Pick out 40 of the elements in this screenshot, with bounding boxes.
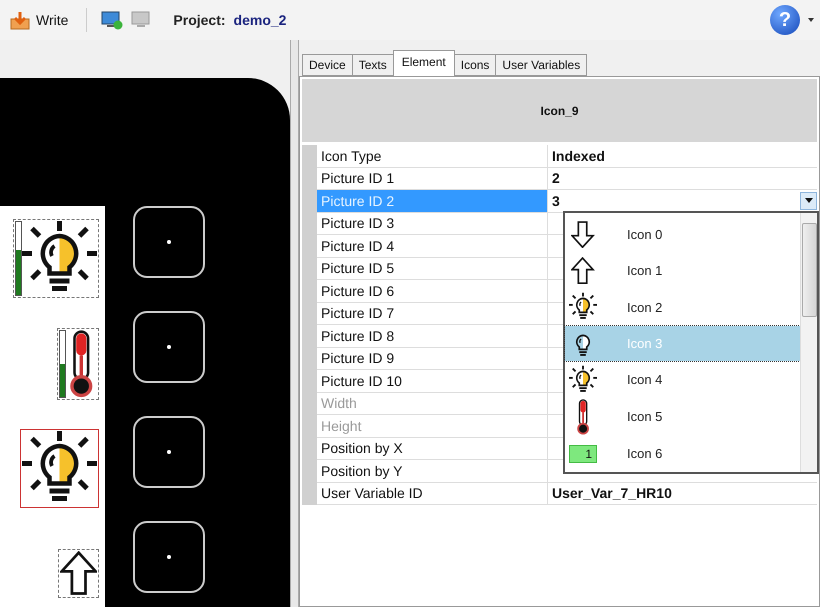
canvas-element[interactable] xyxy=(13,219,99,298)
down-arrow-icon xyxy=(571,220,595,248)
option-label: Icon 4 xyxy=(627,372,662,388)
option-label: Icon 1 xyxy=(627,263,662,278)
device-key[interactable] xyxy=(133,311,205,383)
device-key[interactable] xyxy=(133,521,205,593)
caret-icon xyxy=(804,198,812,204)
thermometer-icon xyxy=(574,398,592,435)
property-value[interactable]: 3 xyxy=(552,192,560,209)
panel-title: Icon_9 xyxy=(302,79,817,142)
canvas-element[interactable] xyxy=(20,429,99,508)
scrollbar[interactable] xyxy=(800,213,817,472)
option-label: Icon 6 xyxy=(627,446,662,462)
option-label: Icon 5 xyxy=(627,409,662,424)
write-button[interactable]: Write xyxy=(6,8,72,32)
option-label: Icon 2 xyxy=(627,300,662,315)
project-label: Project: xyxy=(173,12,226,28)
canvas-element[interactable] xyxy=(58,549,99,598)
monitor-add-icon[interactable] xyxy=(101,10,124,30)
tab[interactable]: Icons xyxy=(454,54,496,76)
project-name: demo_2 xyxy=(234,12,286,28)
device-key[interactable] xyxy=(133,416,205,488)
property-value[interactable]: 2 xyxy=(552,170,560,186)
tab[interactable]: Element xyxy=(392,50,455,76)
up-arrow-icon xyxy=(60,551,97,596)
option-label: Icon 0 xyxy=(627,226,662,242)
up-arrow-icon xyxy=(571,256,595,284)
canvas-element[interactable] xyxy=(57,328,99,400)
digit-icon: 1 xyxy=(569,444,597,463)
device-key[interactable] xyxy=(133,206,205,278)
tab[interactable]: User Variables xyxy=(495,54,588,76)
caret-icon[interactable] xyxy=(808,18,814,22)
tab[interactable]: Device xyxy=(302,54,353,76)
monitor-icon[interactable] xyxy=(131,10,152,30)
option-label: Icon 3 xyxy=(627,336,662,351)
tab[interactable]: Texts xyxy=(352,54,394,76)
property-value[interactable]: Indexed xyxy=(552,148,605,164)
property-value[interactable]: User_Var_7_HR10 xyxy=(552,485,672,502)
dropdown-button[interactable] xyxy=(800,192,817,210)
download-icon xyxy=(10,10,30,30)
